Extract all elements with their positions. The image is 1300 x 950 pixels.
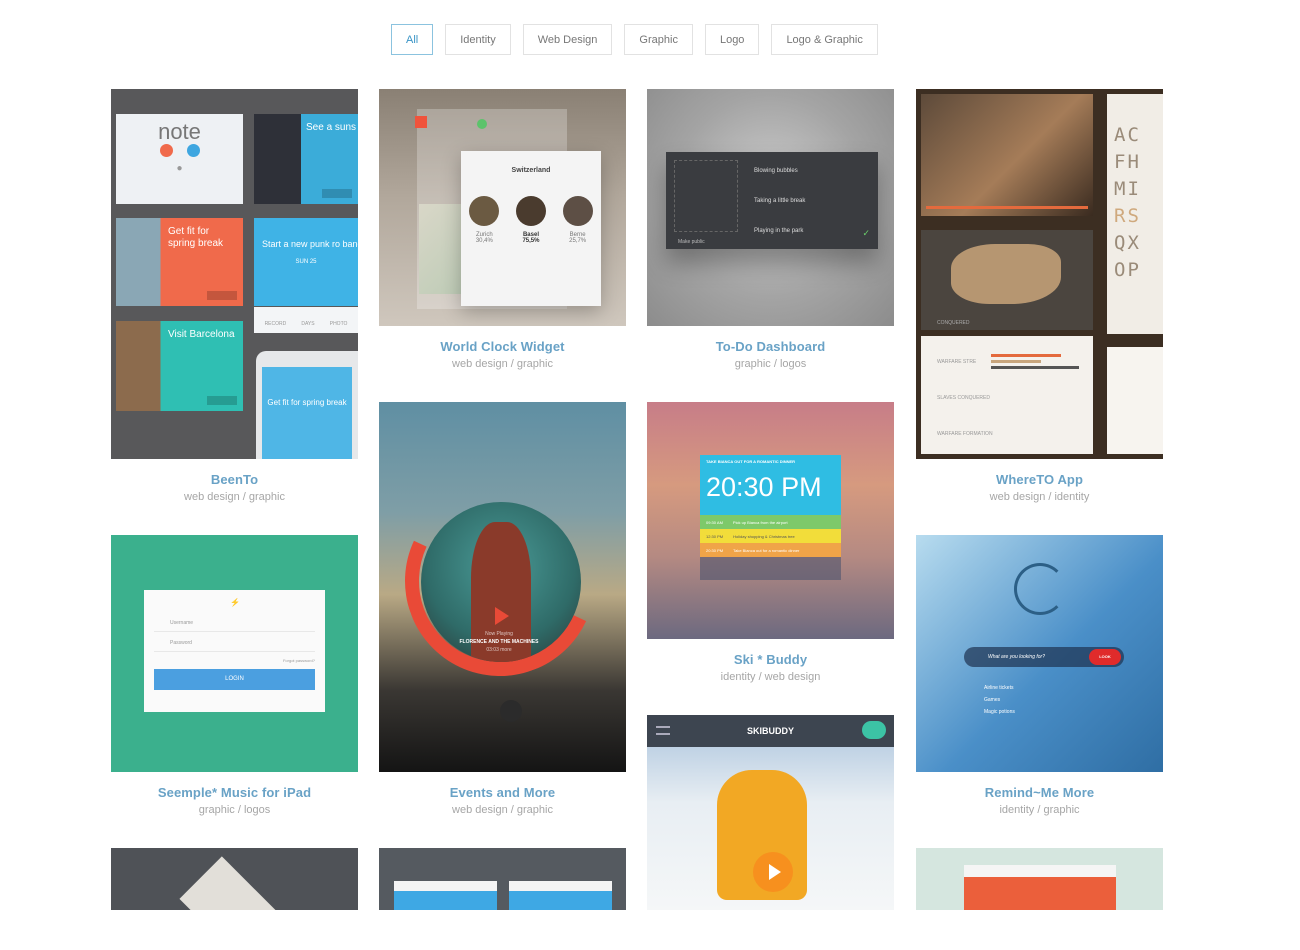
filter-graphic[interactable]: Graphic xyxy=(624,24,693,55)
portfolio-item-remind-me[interactable]: What are you looking for? LOOK Airline t… xyxy=(916,535,1163,816)
card-categories: web design / graphic xyxy=(184,491,285,503)
card-categories: web design / identity xyxy=(989,491,1090,503)
card-title[interactable]: To-Do Dashboard xyxy=(647,339,894,354)
thumbnail-seemple[interactable]: ⚡ Username Password Forgot password? LOG… xyxy=(111,535,358,772)
look-button: LOOK xyxy=(1089,649,1121,665)
thumbnail-partial-3[interactable] xyxy=(916,848,1163,910)
portfolio-item-events[interactable]: Now Playing FLORENCE AND THE MACHINES 03… xyxy=(379,402,626,816)
hero-photo xyxy=(921,94,1093,216)
sunset-tile: See a suns this summe xyxy=(254,114,358,204)
card-categories: identity / graphic xyxy=(999,804,1080,816)
font-specimen: AC FH MI RS QX OP xyxy=(1107,94,1163,334)
portfolio-filter-bar: All Identity Web Design Graphic Logo Log… xyxy=(391,24,878,55)
world-map-panel: CONQUERED xyxy=(921,230,1093,330)
check-icon xyxy=(477,119,487,129)
portfolio-item-partial-1[interactable] xyxy=(111,848,358,910)
portfolio-item-ski-buddy[interactable]: TAKE BIANCA OUT FOR A ROMANTIC DINNER 20… xyxy=(647,402,894,683)
portfolio-item-world-clock[interactable]: Switzerland Zurich 30,4% Basel 75,5% Berne… xyxy=(379,89,626,370)
note-tile: note ● xyxy=(116,114,243,204)
microphone-icon: ● xyxy=(176,163,183,174)
card-categories: web design / graphic xyxy=(452,804,553,816)
portfolio-item-whereto[interactable]: CONQUERED WARFARE STRE SLAVES CONQUERED … xyxy=(916,89,1163,503)
login-form: ⚡ Username Password Forgot password? LOG… xyxy=(144,590,325,712)
logo-icon xyxy=(1014,563,1066,615)
portfolio-item-todo[interactable]: Blowing bubbles Taking a little break Pl… xyxy=(647,89,894,370)
filter-all[interactable]: All xyxy=(391,24,434,55)
bolt-icon: ⚡ xyxy=(230,598,240,607)
thumbnail-partial-1[interactable] xyxy=(111,848,358,910)
play-icon[interactable] xyxy=(495,607,509,625)
app-header: SKIBUDDY xyxy=(647,715,894,747)
suggestions-list: Airline tickets Games Magic potions xyxy=(984,685,1015,715)
reminder-widget: TAKE BIANCA OUT FOR A ROMANTIC DINNER 20… xyxy=(700,455,841,580)
portfolio-item-skibuddy-app[interactable]: SKIBUDDY xyxy=(647,715,894,910)
hamburger-icon xyxy=(656,726,670,735)
menu-icon[interactable] xyxy=(500,700,522,722)
filter-web-design[interactable]: Web Design xyxy=(522,24,613,55)
stats-panel: WARFARE STRE SLAVES CONQUERED WARFARE FO… xyxy=(921,336,1093,454)
download-icon xyxy=(415,116,427,128)
todo-panel: Blowing bubbles Taking a little break Pl… xyxy=(666,152,878,249)
thumbnail-beento[interactable]: note ● See a suns this summe Get fit for… xyxy=(111,89,358,459)
play-icon xyxy=(769,864,781,880)
card-title[interactable]: Events and More xyxy=(379,785,626,800)
login-button: LOGIN xyxy=(154,669,315,690)
thumbnail-whereto[interactable]: CONQUERED WARFARE STRE SLAVES CONQUERED … xyxy=(916,89,1163,459)
filter-logo-graphic[interactable]: Logo & Graphic xyxy=(771,24,878,55)
thumbnail-todo[interactable]: Blowing bubbles Taking a little break Pl… xyxy=(647,89,894,326)
phone-device: Get fit for spring break xyxy=(256,351,358,459)
check-icon: ✓ xyxy=(862,228,870,238)
filter-logo[interactable]: Logo xyxy=(704,24,760,55)
now-playing: Now Playing FLORENCE AND THE MACHINES 03… xyxy=(459,631,539,653)
card-title[interactable]: Remind~Me More xyxy=(916,785,1163,800)
card-title[interactable]: World Clock Widget xyxy=(379,339,626,354)
band-tile: Start a new punk ro band with my mate SU… xyxy=(254,218,358,306)
fitness-tile: Get fit for spring break xyxy=(116,218,243,306)
card-title[interactable]: Seemple* Music for iPad xyxy=(111,785,358,800)
thumbnail-skibuddy-app[interactable]: SKIBUDDY xyxy=(647,715,894,910)
thumbnail-ski-buddy[interactable]: TAKE BIANCA OUT FOR A ROMANTIC DINNER 20… xyxy=(647,402,894,639)
portfolio-item-beento[interactable]: note ● See a suns this summe Get fit for… xyxy=(111,89,358,503)
card-categories: graphic / logos xyxy=(198,804,271,816)
filter-identity[interactable]: Identity xyxy=(445,24,511,55)
thumbnail-partial-2[interactable] xyxy=(379,848,626,910)
portfolio-item-partial-3[interactable] xyxy=(916,848,1163,910)
card-categories: identity / web design xyxy=(720,671,821,683)
thumbnail-world-clock[interactable]: Switzerland Zurich 30,4% Basel 75,5% Berne… xyxy=(379,89,626,326)
thumbnail-remind-me[interactable]: What are you looking for? LOOK Airline t… xyxy=(916,535,1163,772)
card-categories: web design / graphic xyxy=(452,358,553,370)
card-title[interactable]: BeenTo xyxy=(111,472,358,487)
card-categories: graphic / logos xyxy=(734,358,807,370)
cloud-upload-icon xyxy=(862,721,886,739)
clock-widget: Switzerland Zurich 30,4% Basel 75,5% Berne… xyxy=(461,151,601,306)
portfolio-item-seemple[interactable]: ⚡ Username Password Forgot password? LOG… xyxy=(111,535,358,816)
thumbnail-events[interactable]: Now Playing FLORENCE AND THE MACHINES 03… xyxy=(379,402,626,772)
card-title[interactable]: Ski * Buddy xyxy=(647,652,894,667)
barcelona-tile: Visit Barcelona xyxy=(116,321,243,411)
card-title[interactable]: WhereTO App xyxy=(916,472,1163,487)
portfolio-item-partial-2[interactable] xyxy=(379,848,626,910)
beento-tabbar: RECORD DAYS PHOTO xyxy=(254,307,358,333)
